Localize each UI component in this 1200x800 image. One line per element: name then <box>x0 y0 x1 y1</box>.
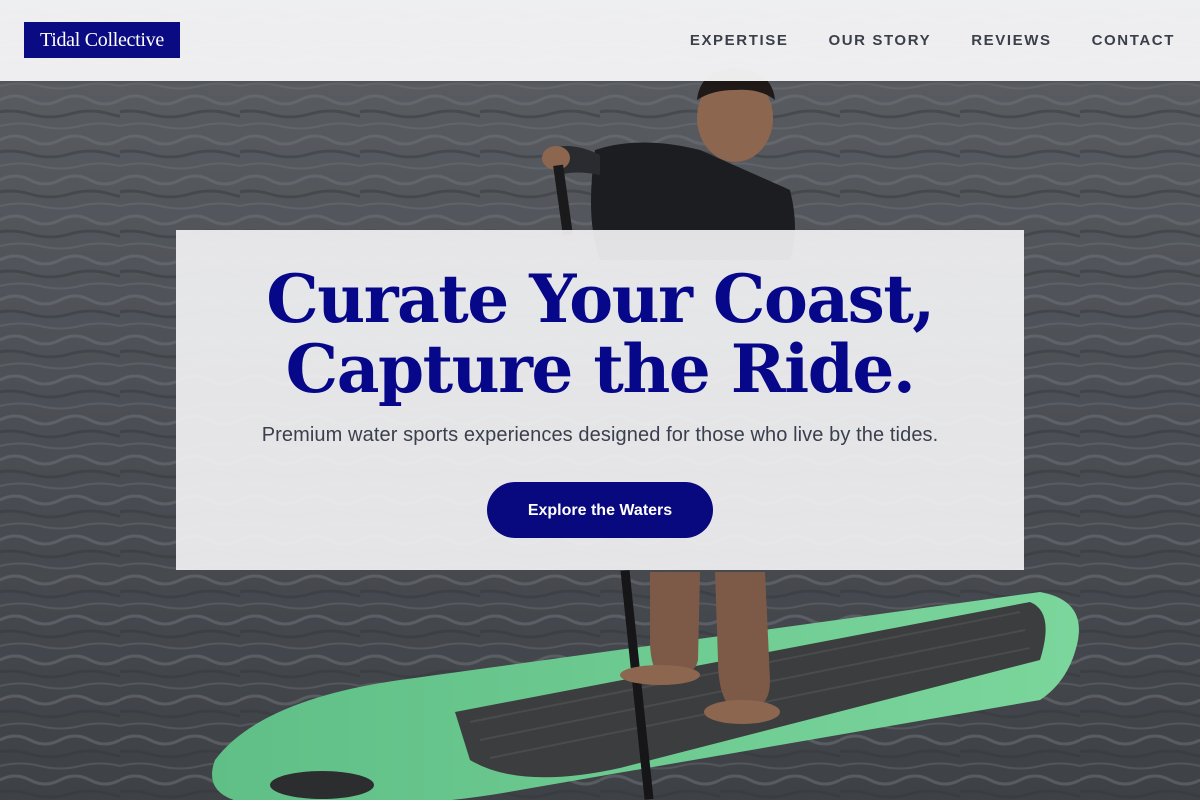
nav-link-our-story[interactable]: OUR STORY <box>828 32 931 49</box>
hero-card: Curate Your Coast, Capture the Ride. Pre… <box>176 230 1024 570</box>
hero-title-line-1: Curate Your Coast, <box>266 260 935 338</box>
site-header: Tidal Collective EXPERTISE OUR STORY REV… <box>0 0 1200 81</box>
hero-title: Curate Your Coast, Capture the Ride. <box>176 264 1024 404</box>
main-nav: EXPERTISE OUR STORY REVIEWS CONTACT <box>690 0 1175 81</box>
nav-link-reviews[interactable]: REVIEWS <box>971 32 1051 49</box>
hero-title-line-2: Capture the Ride. <box>285 330 916 408</box>
explore-waters-button[interactable]: Explore the Waters <box>487 482 713 538</box>
landing-page: Tidal Collective EXPERTISE OUR STORY REV… <box>0 0 1200 800</box>
logo[interactable]: Tidal Collective <box>24 22 180 58</box>
hero-subtitle: Premium water sports experiences designe… <box>261 424 939 446</box>
nav-link-expertise[interactable]: EXPERTISE <box>690 32 789 49</box>
nav-link-contact[interactable]: CONTACT <box>1092 32 1175 49</box>
